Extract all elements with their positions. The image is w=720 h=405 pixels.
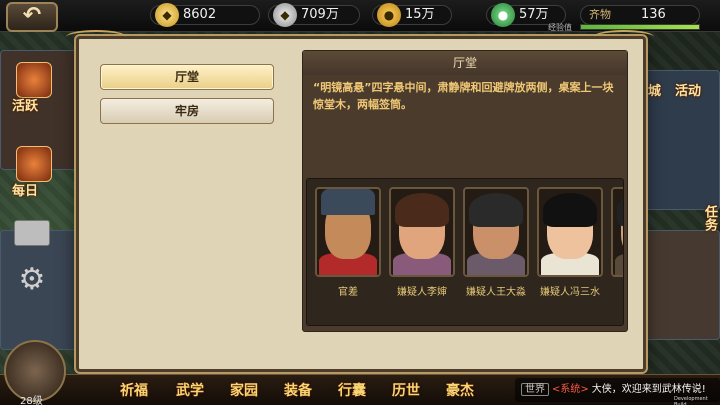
chat-message: 大侠，欢迎来到武林传说!	[591, 384, 706, 395]
character-portrait	[389, 187, 455, 277]
nav-home[interactable]: 家园	[230, 380, 258, 400]
chat-channel-tag: 世界	[521, 383, 549, 396]
silver-ingot-icon: ◆	[273, 3, 297, 27]
nav-equipment[interactable]: 装备	[284, 380, 312, 400]
events-menu-label[interactable]: 活动	[675, 80, 701, 99]
tab-hall[interactable]: 厅堂	[100, 64, 274, 90]
building-roof	[640, 230, 720, 340]
activity-menu-label[interactable]: 活跃	[12, 95, 38, 114]
level-label: 齐物	[589, 8, 611, 21]
jade-coin-icon: ●	[491, 3, 515, 27]
character-card[interactable]: 嫌疑人李婶	[389, 187, 455, 298]
nav-martial-arts[interactable]: 武学	[176, 380, 204, 400]
character-name: 嫌疑人李婶	[397, 287, 447, 298]
character-name: 嫌疑人王大淼	[466, 287, 526, 298]
copper-value: 15万	[405, 7, 435, 22]
back-arrow-icon: ↶	[22, 3, 42, 28]
nav-history[interactable]: 历世	[392, 380, 420, 400]
copper-counter[interactable]: ● 15万	[372, 3, 452, 27]
tab-prison[interactable]: 牢房	[100, 98, 274, 124]
resource-bar: ↶ ◆ 8602 ◆ 709万 ● 15万 ● 57万 齐物 136 经验值	[0, 0, 720, 32]
location-tabs: 厅堂 牢房	[100, 64, 278, 132]
character-name: 官差	[338, 287, 358, 298]
character-card[interactable]: 官差	[315, 187, 381, 298]
character-list[interactable]: 官差 嫌疑人李婶 嫌疑人王大淼 嫌疑人冯三水 嫌疑	[306, 178, 624, 326]
player-level: 28级	[20, 396, 43, 405]
corner-ornament	[594, 30, 654, 44]
xp-bar	[580, 24, 700, 30]
xp-label: 经验值	[548, 23, 572, 32]
panel-title: 厅堂	[303, 51, 627, 75]
panel-description: “明镜高悬”四字悬中间，肃静牌和回避牌放两侧，桌案上一块惊堂木，两幅签筒。	[313, 81, 614, 111]
silver-value: 709万	[301, 7, 339, 22]
level-display: 齐物 136	[580, 5, 700, 25]
silver-counter[interactable]: ◆ 709万	[268, 3, 360, 27]
nav-bag[interactable]: 行囊	[338, 380, 366, 400]
gold-ingot-icon: ◆	[155, 3, 179, 27]
character-portrait	[611, 187, 623, 277]
back-button[interactable]: ↶	[6, 2, 58, 32]
chat-system-tag: <系统>	[552, 384, 589, 395]
nav-heroes[interactable]: 豪杰	[446, 380, 474, 400]
character-name: 嫌疑人冯三水	[540, 287, 600, 298]
city-menu-label[interactable]: 城	[648, 80, 661, 99]
character-portrait	[463, 187, 529, 277]
daily-chest-icon[interactable]	[16, 146, 52, 182]
character-portrait	[315, 187, 381, 277]
character-card[interactable]: 嫌疑人王大淼	[463, 187, 529, 298]
gear-icon[interactable]: ⚙	[14, 262, 50, 298]
activity-icon[interactable]	[16, 62, 52, 98]
corner-ornament	[66, 30, 126, 44]
gold-counter[interactable]: ◆ 8602	[150, 3, 260, 27]
jade-value: 57万	[519, 7, 549, 22]
character-card[interactable]: 嫌疑	[611, 187, 623, 298]
gold-value: 8602	[183, 7, 217, 22]
quest-menu-label[interactable]: 任务	[700, 205, 719, 231]
xp-bar-fill	[581, 25, 699, 29]
dev-build-label: Development Build	[674, 396, 708, 405]
daily-menu-label[interactable]: 每日	[12, 180, 38, 199]
nav-pray[interactable]: 祈福	[120, 380, 148, 400]
character-card[interactable]: 嫌疑人冯三水	[537, 187, 603, 298]
copper-coin-icon: ●	[377, 3, 401, 27]
character-name: 嫌疑	[611, 283, 623, 298]
level-value: 136	[641, 7, 666, 22]
character-portrait	[537, 187, 603, 277]
mail-icon[interactable]	[14, 220, 50, 246]
